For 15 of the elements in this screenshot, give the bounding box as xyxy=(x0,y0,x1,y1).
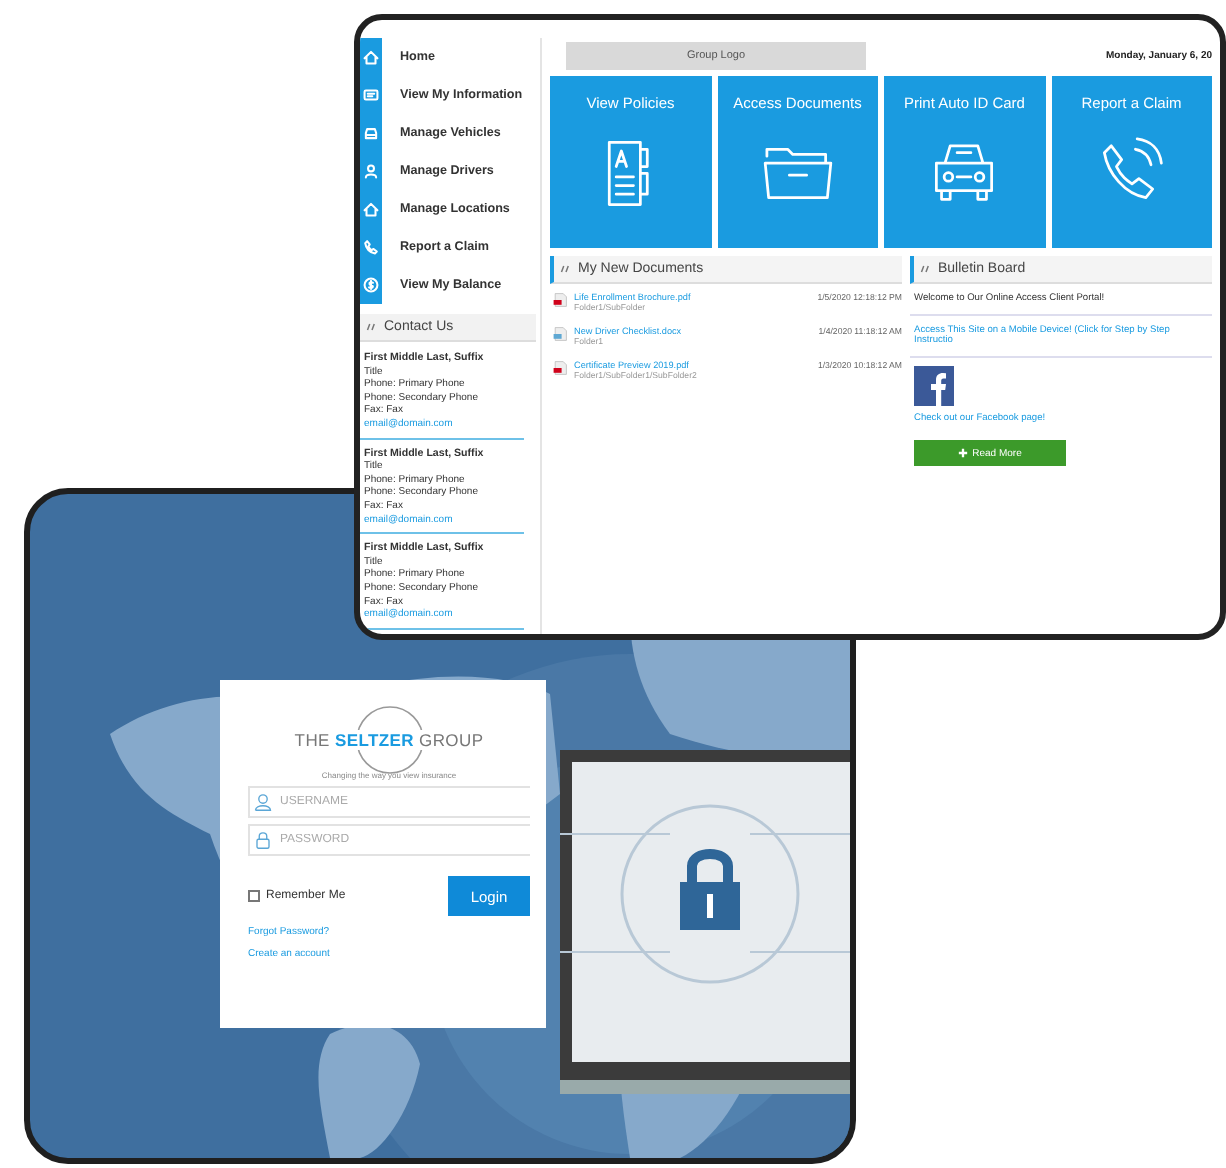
plus-icon xyxy=(958,448,969,458)
remember-checkbox[interactable] xyxy=(248,890,260,902)
padlock-icon xyxy=(254,830,272,850)
facebook-icon xyxy=(914,366,954,406)
company-logo: THE SELTZER GROUP xyxy=(294,730,484,750)
person-icon xyxy=(254,792,272,812)
dollar-icon xyxy=(362,276,380,294)
id-card-icon xyxy=(362,86,380,104)
pdf-file-icon xyxy=(552,292,568,308)
house-icon xyxy=(362,48,380,66)
house-icon xyxy=(362,200,380,218)
pdf-file-icon xyxy=(552,360,568,376)
person-icon xyxy=(362,162,380,180)
document-file-icon xyxy=(552,326,568,342)
phone-icon xyxy=(362,238,380,256)
